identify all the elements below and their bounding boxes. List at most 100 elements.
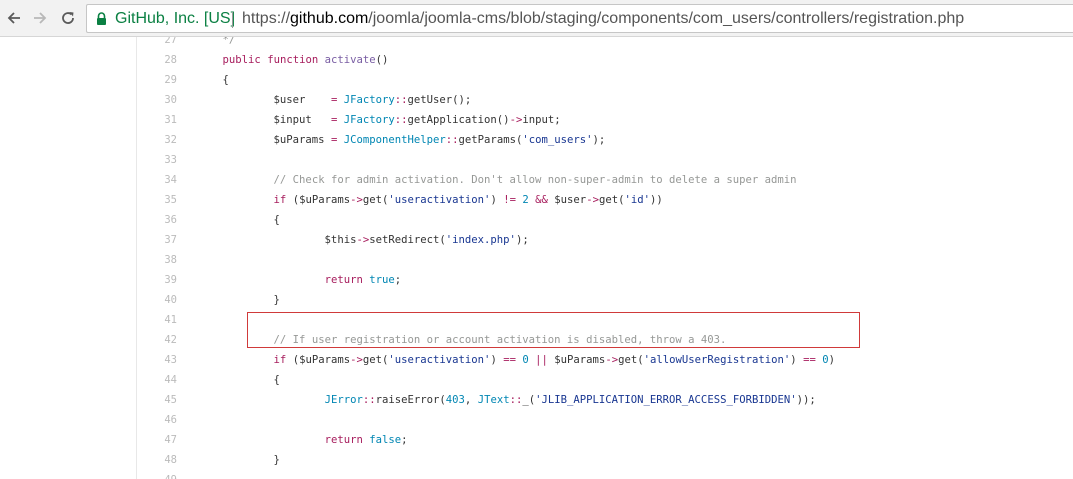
line-number[interactable]: 35 <box>137 190 177 210</box>
code-text: { <box>197 70 229 90</box>
code-token: } <box>197 294 280 306</box>
line-number[interactable]: 39 <box>137 270 177 290</box>
code-token: get( <box>362 194 389 206</box>
line-number[interactable]: 28 <box>137 50 177 70</box>
code-token: -> <box>605 354 619 366</box>
code-token: -> <box>356 234 370 246</box>
line-number[interactable]: 40 <box>137 290 177 310</box>
line-number[interactable]: 42 <box>137 330 177 350</box>
code-token: () <box>375 54 389 66</box>
code-token: true <box>369 274 395 286</box>
code-line: 37 $this->setRedirect('index.php'); <box>137 230 1073 250</box>
code-text: */ <box>197 37 236 50</box>
code-text: } <box>197 450 280 470</box>
code-token: { <box>197 74 229 86</box>
code-line: 43 if ($uParams->get('useractivation') =… <box>137 350 1073 370</box>
code-token: ) <box>490 194 504 206</box>
line-number[interactable]: 37 <box>137 230 177 250</box>
code-token: 'allowUserRegistration' <box>643 354 791 366</box>
code-token: || <box>535 354 548 366</box>
code-token: ($uParams <box>286 194 351 206</box>
line-number[interactable]: 30 <box>137 90 177 110</box>
code-text: $user = JFactory::getUser(); <box>197 90 472 110</box>
code-token: -> <box>586 194 599 206</box>
code-token: 'com_users' <box>522 134 593 146</box>
line-number[interactable]: 36 <box>137 210 177 230</box>
code-line: 33 <box>137 150 1073 170</box>
code-token: )) <box>649 194 663 206</box>
code-text: } <box>197 290 280 310</box>
code-token: _( <box>522 394 536 406</box>
line-number[interactable]: 46 <box>137 410 177 430</box>
code-token: JFactory <box>343 94 395 106</box>
code-token: ; <box>394 274 402 286</box>
line-number[interactable]: 34 <box>137 170 177 190</box>
forward-button[interactable] <box>28 6 52 30</box>
code-token: setRedirect( <box>369 234 446 246</box>
code-token: if <box>273 354 287 366</box>
address-bar[interactable]: GitHub, Inc. [US] https://github.com/joo… <box>86 4 1073 33</box>
code-token: return <box>324 434 363 446</box>
code-token: && <box>535 194 548 206</box>
line-number[interactable]: 44 <box>137 370 177 390</box>
code-token: $user <box>197 94 331 106</box>
line-number[interactable]: 38 <box>137 250 177 270</box>
code-text: $this->setRedirect('index.php'); <box>197 230 529 250</box>
code-token: ) <box>790 354 804 366</box>
code-line: 28 public function activate() <box>137 50 1073 70</box>
code-token: -> <box>350 354 363 366</box>
line-number[interactable]: 49 <box>137 470 177 479</box>
code-token: JError <box>324 394 363 406</box>
code-line: 45 JError::raiseError(403, JText::_('JLI… <box>137 390 1073 410</box>
code-line: 34 // Check for admin activation. Don't … <box>137 170 1073 190</box>
code-token: ) <box>490 354 504 366</box>
code-text: { <box>197 210 280 230</box>
code-token: JFactory <box>343 114 395 126</box>
line-number[interactable]: 47 <box>137 430 177 450</box>
code-token: :: <box>445 134 459 146</box>
code-token: ) <box>828 354 835 366</box>
code-token: ; <box>401 434 408 446</box>
code-line: 38 <box>137 250 1073 270</box>
code-text: $uParams = JComponentHelper::getParams('… <box>197 130 606 150</box>
code-token: != <box>503 194 516 206</box>
back-button[interactable] <box>2 6 26 30</box>
code-token: get( <box>362 354 389 366</box>
line-number[interactable]: 31 <box>137 110 177 130</box>
code-token: , <box>464 394 478 406</box>
code-token: 403 <box>445 394 465 406</box>
code-token: )); <box>796 394 816 406</box>
line-number[interactable]: 33 <box>137 150 177 170</box>
line-number[interactable]: 29 <box>137 70 177 90</box>
code-text: { <box>197 370 280 390</box>
line-number[interactable]: 43 <box>137 350 177 370</box>
line-number[interactable]: 27 <box>137 37 177 50</box>
lock-icon <box>97 12 106 25</box>
code-line: 35 if ($uParams->get('useractivation') !… <box>137 190 1073 210</box>
line-number[interactable]: 48 <box>137 450 177 470</box>
line-number[interactable]: 45 <box>137 390 177 410</box>
code-token: $this <box>197 234 357 246</box>
arrow-right-icon <box>34 12 47 24</box>
code-token: { <box>197 374 280 386</box>
code-line: 40 } <box>137 290 1073 310</box>
reload-icon <box>62 12 74 24</box>
browser-toolbar: GitHub, Inc. [US] https://github.com/joo… <box>0 0 1073 37</box>
code-text: public function activate() <box>197 50 389 70</box>
url-path: /joomla/joomla-cms/blob/staging/componen… <box>368 10 965 27</box>
code-token: 'index.php' <box>445 234 516 246</box>
code-token: $user <box>547 194 587 206</box>
line-number[interactable]: 32 <box>137 130 177 150</box>
code-token: JComponentHelper <box>343 134 446 146</box>
url-text[interactable]: https://github.com/joomla/joomla-cms/blo… <box>242 10 964 28</box>
code-line: 32 $uParams = JComponentHelper::getParam… <box>137 130 1073 150</box>
url-host: github.com <box>290 10 369 27</box>
code-line: 44 { <box>137 370 1073 390</box>
code-token: 'id' <box>624 194 650 206</box>
line-number[interactable]: 41 <box>137 310 177 330</box>
code-token: getApplication() <box>407 114 510 126</box>
reload-button[interactable] <box>56 6 80 30</box>
